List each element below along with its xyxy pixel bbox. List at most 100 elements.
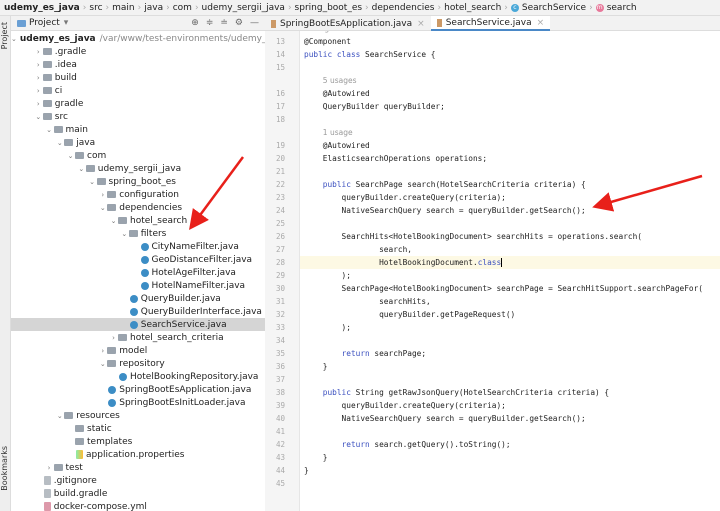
breadcrumb-item[interactable]: › udemy_sergii_java bbox=[192, 3, 285, 13]
tree-item[interactable]: ⌄ udemy_sergii_java bbox=[11, 162, 265, 175]
code-line[interactable] bbox=[300, 334, 720, 347]
tree-item[interactable]: ⌄ hotel_search bbox=[11, 214, 265, 227]
code-line[interactable]: SearchPage<HotelBookingDocument> searchP… bbox=[300, 282, 720, 295]
code-line[interactable]: ElasticsearchOperations operations; bbox=[300, 152, 720, 165]
tree-item[interactable]: build.gradle bbox=[11, 487, 265, 500]
code-line[interactable]: } bbox=[300, 464, 720, 477]
breadcrumb-item[interactable]: › c SearchService bbox=[501, 3, 586, 13]
project-tool-button[interactable]: Project bbox=[0, 22, 11, 49]
tree-item[interactable]: ⌄ filters bbox=[11, 227, 265, 240]
code-line[interactable]: ); bbox=[300, 321, 720, 334]
chevron-right-icon[interactable]: › bbox=[109, 334, 118, 342]
code-line[interactable] bbox=[300, 425, 720, 438]
tree-item[interactable]: SpringBootEsApplication.java bbox=[11, 383, 265, 396]
tree-item[interactable]: › .gradle bbox=[11, 45, 265, 58]
bookmarks-tool-button[interactable]: Bookmarks bbox=[0, 446, 11, 491]
tree-item[interactable]: › .idea bbox=[11, 58, 265, 71]
code-line[interactable]: public String getRawJsonQuery(HotelSearc… bbox=[300, 386, 720, 399]
code-line[interactable]: } bbox=[300, 451, 720, 464]
chevron-down-icon[interactable]: ⌄ bbox=[11, 35, 17, 43]
tree-item[interactable]: HotelNameFilter.java bbox=[11, 279, 265, 292]
tree-item[interactable]: › hotel_search_criteria bbox=[11, 331, 265, 344]
tree-item[interactable]: ⌄ dependencies bbox=[11, 201, 265, 214]
chevron-right-icon[interactable]: › bbox=[34, 48, 43, 56]
breadcrumb-item[interactable]: › m search bbox=[586, 3, 637, 13]
chevron-right-icon[interactable]: › bbox=[45, 464, 54, 472]
tree-item[interactable]: .gitignore bbox=[11, 474, 265, 487]
tree-item[interactable]: › ci bbox=[11, 84, 265, 97]
code-line[interactable]: QueryBuilder queryBuilder; bbox=[300, 100, 720, 113]
tree-item[interactable]: HotelBookingRepository.java bbox=[11, 370, 265, 383]
breadcrumb-item[interactable]: › hotel_search bbox=[435, 3, 502, 13]
code-line[interactable]: @Autowired bbox=[300, 139, 720, 152]
tree-item[interactable]: QueryBuilderInterface.java bbox=[11, 305, 265, 318]
code-line[interactable]: searchHits, bbox=[300, 295, 720, 308]
chevron-right-icon[interactable]: › bbox=[34, 100, 43, 108]
chevron-down-icon[interactable]: ⌄ bbox=[98, 204, 107, 212]
project-view-selector[interactable]: Project bbox=[29, 18, 60, 28]
code-line[interactable]: search, bbox=[300, 243, 720, 256]
gear-icon[interactable]: ⚙ bbox=[235, 18, 243, 28]
code-line[interactable]: @Component bbox=[300, 35, 720, 48]
tree-item[interactable]: SearchService.java bbox=[11, 318, 265, 331]
code-line[interactable]: queryBuilder.createQuery(criteria); bbox=[300, 399, 720, 412]
tree-item[interactable]: ⌄ main bbox=[11, 123, 265, 136]
code-line[interactable] bbox=[300, 165, 720, 178]
code-line[interactable]: ); bbox=[300, 269, 720, 282]
tree-item[interactable]: SpringBootEsInitLoader.java bbox=[11, 396, 265, 409]
tree-item[interactable]: ⌄ spring_boot_es bbox=[11, 175, 265, 188]
chevron-right-icon[interactable]: › bbox=[98, 191, 107, 199]
tree-item[interactable]: ⌄ java bbox=[11, 136, 265, 149]
usages-hint[interactable]: 5 usages bbox=[300, 74, 720, 87]
chevron-down-icon[interactable]: ⌄ bbox=[98, 360, 107, 368]
chevron-down-icon[interactable]: ⌄ bbox=[66, 152, 75, 160]
code-line[interactable]: } bbox=[300, 360, 720, 373]
tab-searchservice[interactable]: SearchService.java × bbox=[430, 16, 551, 31]
tree-item[interactable]: › test bbox=[11, 461, 265, 474]
tree-item[interactable]: › gradle bbox=[11, 97, 265, 110]
code-line[interactable] bbox=[300, 373, 720, 386]
breadcrumb-item[interactable]: › com bbox=[163, 3, 192, 13]
code-line[interactable]: SearchHits<HotelBookingDocument> searchH… bbox=[300, 230, 720, 243]
chevron-down-icon[interactable]: ▾ bbox=[64, 18, 69, 28]
breadcrumb-item[interactable]: udemy_es_java bbox=[4, 3, 80, 13]
chevron-down-icon[interactable]: ⌄ bbox=[88, 178, 97, 186]
code-line[interactable]: @Autowired bbox=[300, 87, 720, 100]
tree-item[interactable]: ⌄ udemy_es_java/var/www/test-environments… bbox=[11, 32, 265, 45]
chevron-right-icon[interactable]: › bbox=[34, 61, 43, 69]
breadcrumb-item[interactable]: › dependencies bbox=[362, 3, 434, 13]
tree-item[interactable]: CityNameFilter.java bbox=[11, 240, 265, 253]
chevron-down-icon[interactable]: ⌄ bbox=[109, 217, 118, 225]
chevron-right-icon[interactable]: › bbox=[34, 74, 43, 82]
code-editor[interactable]: 2 usages@Componentpublic class SearchSer… bbox=[300, 31, 720, 511]
close-icon[interactable]: × bbox=[417, 19, 425, 29]
code-line[interactable] bbox=[300, 477, 720, 490]
code-line[interactable]: NativeSearchQuery search = queryBuilder.… bbox=[300, 412, 720, 425]
tree-item[interactable]: QueryBuilder.java bbox=[11, 292, 265, 305]
breadcrumb-item[interactable]: › src bbox=[80, 3, 103, 13]
code-line[interactable]: return searchPage; bbox=[300, 347, 720, 360]
chevron-down-icon[interactable]: ⌄ bbox=[55, 139, 64, 147]
locate-icon[interactable]: ⊕ bbox=[191, 18, 199, 28]
code-line[interactable] bbox=[300, 61, 720, 74]
minimize-icon[interactable]: — bbox=[250, 18, 259, 28]
tree-item[interactable]: application.properties bbox=[11, 448, 265, 461]
code-line[interactable]: HotelBookingDocument.class bbox=[300, 256, 720, 269]
chevron-down-icon[interactable]: ⌄ bbox=[55, 412, 64, 420]
chevron-down-icon[interactable]: ⌄ bbox=[45, 126, 54, 134]
tree-item[interactable]: ⌄ resources bbox=[11, 409, 265, 422]
code-line[interactable]: public class SearchService { bbox=[300, 48, 720, 61]
code-line[interactable] bbox=[300, 217, 720, 230]
collapse-all-icon[interactable]: ≐ bbox=[220, 18, 228, 28]
tree-item[interactable]: › model bbox=[11, 344, 265, 357]
chevron-down-icon[interactable]: ⌄ bbox=[120, 230, 129, 238]
code-line[interactable]: queryBuilder.getPageRequest() bbox=[300, 308, 720, 321]
tree-item[interactable]: ⌄ com bbox=[11, 149, 265, 162]
breadcrumb-item[interactable]: › main bbox=[103, 3, 135, 13]
code-line[interactable]: public SearchPage search(HotelSearchCrit… bbox=[300, 178, 720, 191]
breadcrumb-item[interactable]: › java bbox=[135, 3, 163, 13]
tree-item[interactable]: ⌄ src bbox=[11, 110, 265, 123]
tree-item[interactable]: ⌄ repository bbox=[11, 357, 265, 370]
chevron-right-icon[interactable]: › bbox=[98, 347, 107, 355]
tree-item[interactable]: › configuration bbox=[11, 188, 265, 201]
